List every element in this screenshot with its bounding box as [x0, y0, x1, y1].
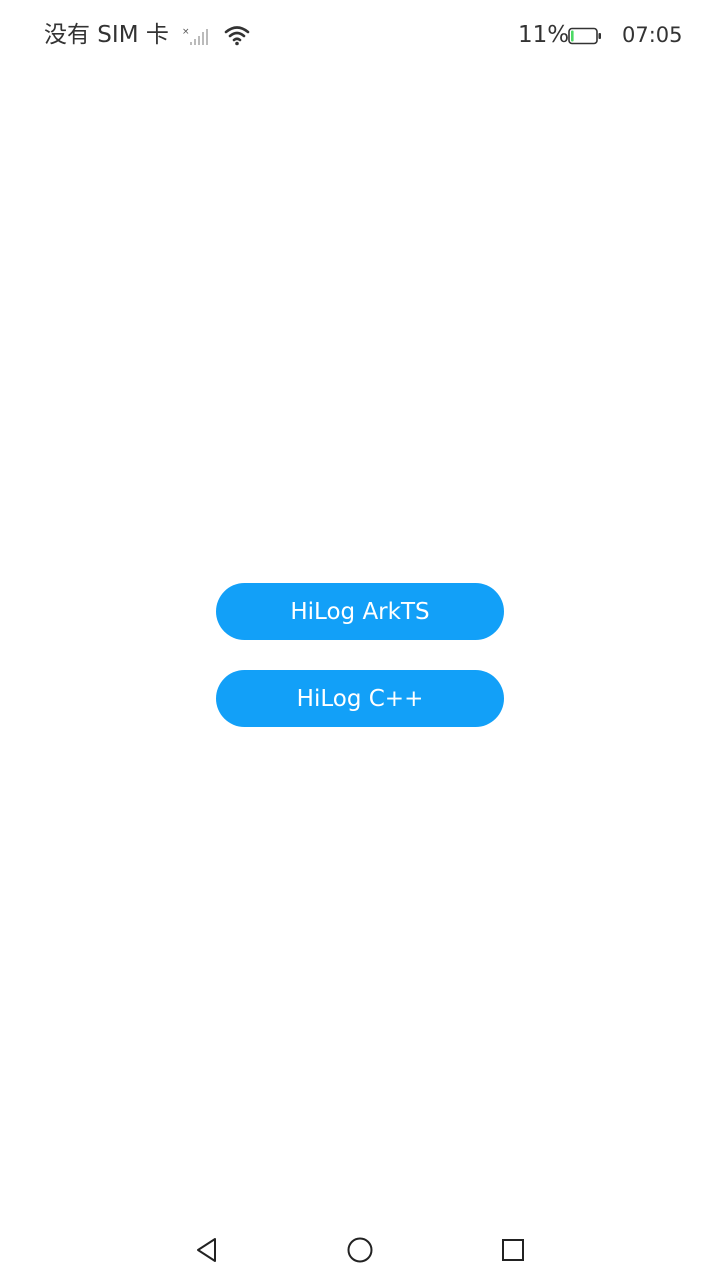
- signal-no-sim-icon: ×: [182, 27, 208, 45]
- nav-home-button[interactable]: [340, 1230, 380, 1270]
- hilog-arkts-button[interactable]: HiLog ArkTS: [216, 583, 504, 640]
- clock: 07:05: [622, 23, 683, 47]
- carrier-label: 没有 SIM 卡: [44, 22, 169, 48]
- battery-percent: 11%: [518, 22, 570, 48]
- home-circle-icon: [347, 1237, 373, 1263]
- status-bar: 没有 SIM 卡 × 11% 07:05: [0, 0, 720, 70]
- nav-back-button[interactable]: [187, 1230, 227, 1270]
- wifi-icon: [224, 26, 250, 46]
- hilog-cpp-button[interactable]: HiLog C++: [216, 670, 504, 727]
- navigation-bar: [0, 1210, 720, 1280]
- recent-square-icon: [502, 1239, 524, 1261]
- nav-recent-button[interactable]: [493, 1230, 533, 1270]
- svg-text:×: ×: [182, 27, 190, 37]
- back-triangle-icon: [197, 1238, 216, 1262]
- app-screen: 没有 SIM 卡 × 11% 07:05 HiLog ArkTS HiLog C…: [0, 0, 720, 1280]
- battery-icon: [568, 27, 601, 45]
- battery-fill: [571, 30, 574, 42]
